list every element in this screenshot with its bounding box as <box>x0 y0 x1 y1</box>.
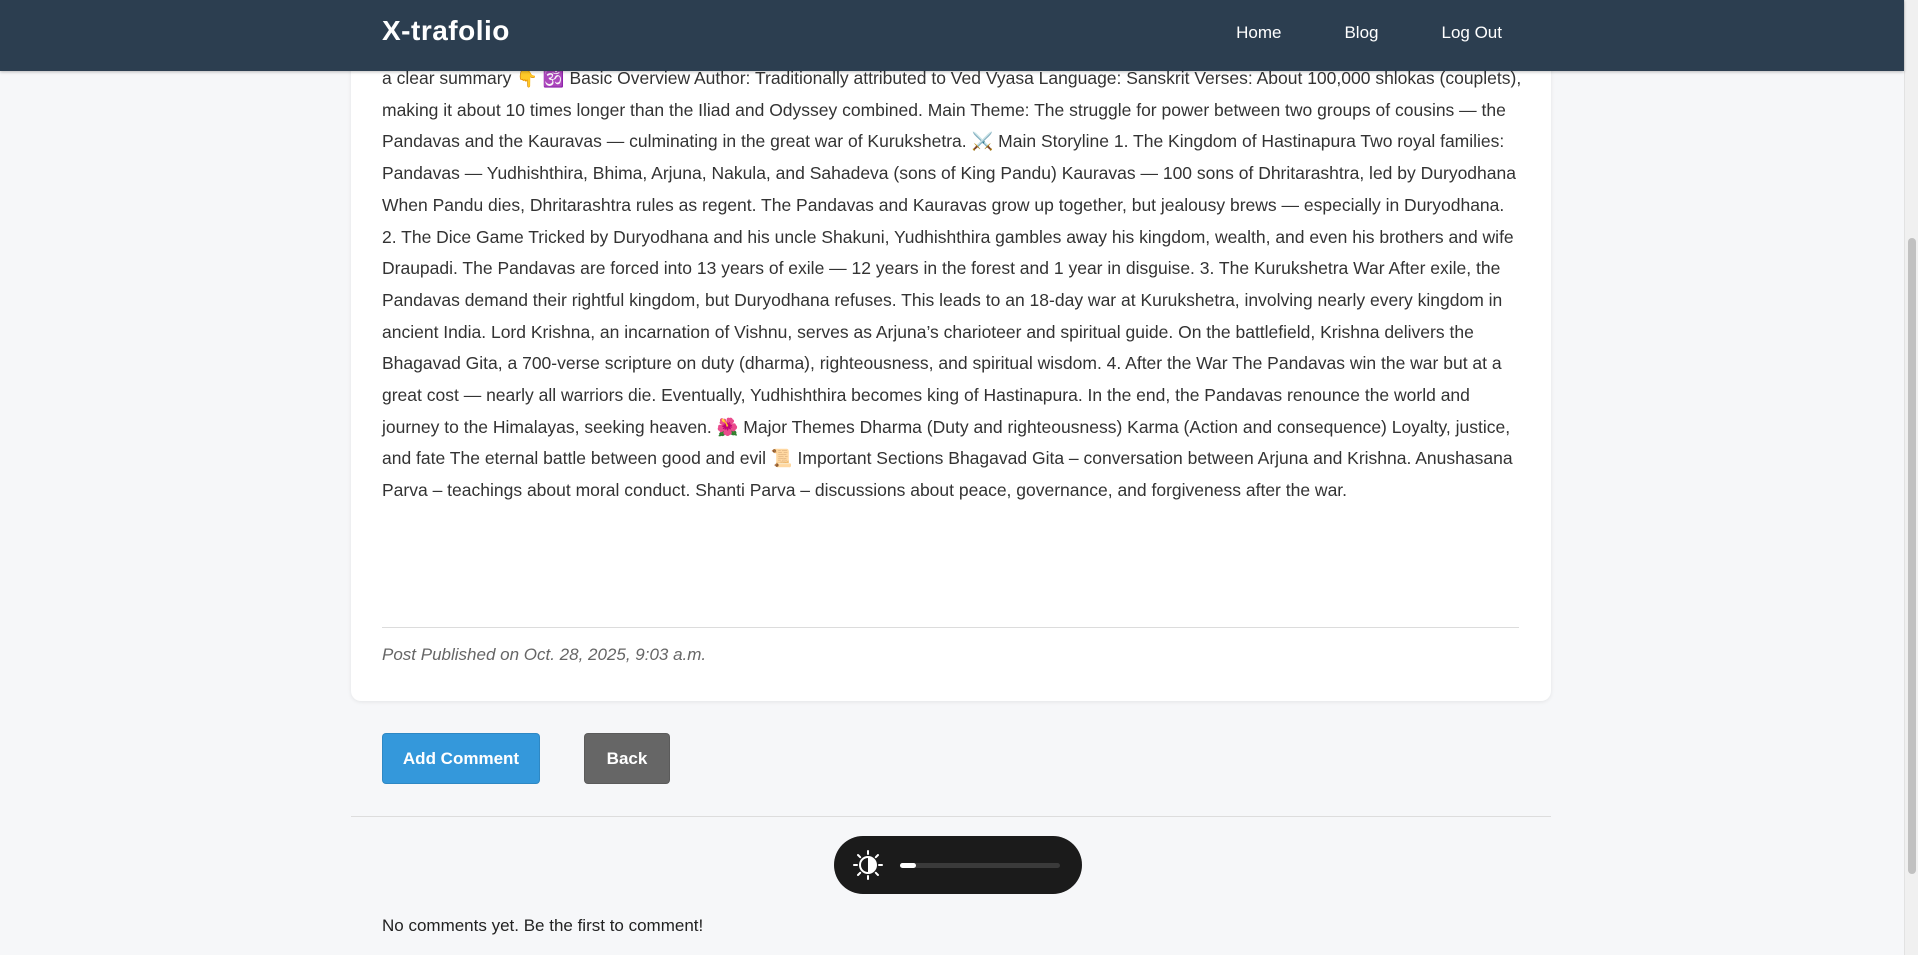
contrast-slider-fill <box>900 863 916 868</box>
page-scrollbar[interactable] <box>1904 0 1918 955</box>
nav-logout-link[interactable]: Log Out <box>1442 23 1503 43</box>
no-comments-message: No comments yet. Be the first to comment… <box>382 916 704 935</box>
post-published-date: Post Published on Oct. 28, 2025, 9:03 a.… <box>382 645 707 664</box>
nav-blog-link[interactable]: Blog <box>1344 23 1378 43</box>
add-comment-button[interactable]: Add Comment <box>382 733 540 784</box>
nav-links: Home Blog Log Out <box>1173 0 1502 65</box>
contrast-slider[interactable] <box>900 863 1060 868</box>
back-button[interactable]: Back <box>584 733 670 784</box>
contrast-icon[interactable] <box>852 849 884 881</box>
post-body: a clear summary 👇 🕉️ Basic Overview Auth… <box>382 68 1522 501</box>
scrollbar-thumb[interactable] <box>1908 238 1916 874</box>
navbar: X-trafolio Home Blog Log Out <box>0 0 1904 71</box>
brand-logo[interactable]: X-trafolio <box>382 15 510 47</box>
nav-home-link[interactable]: Home <box>1236 23 1281 43</box>
post-divider <box>382 627 1519 628</box>
contrast-widget[interactable] <box>834 836 1082 894</box>
section-divider <box>351 816 1551 817</box>
